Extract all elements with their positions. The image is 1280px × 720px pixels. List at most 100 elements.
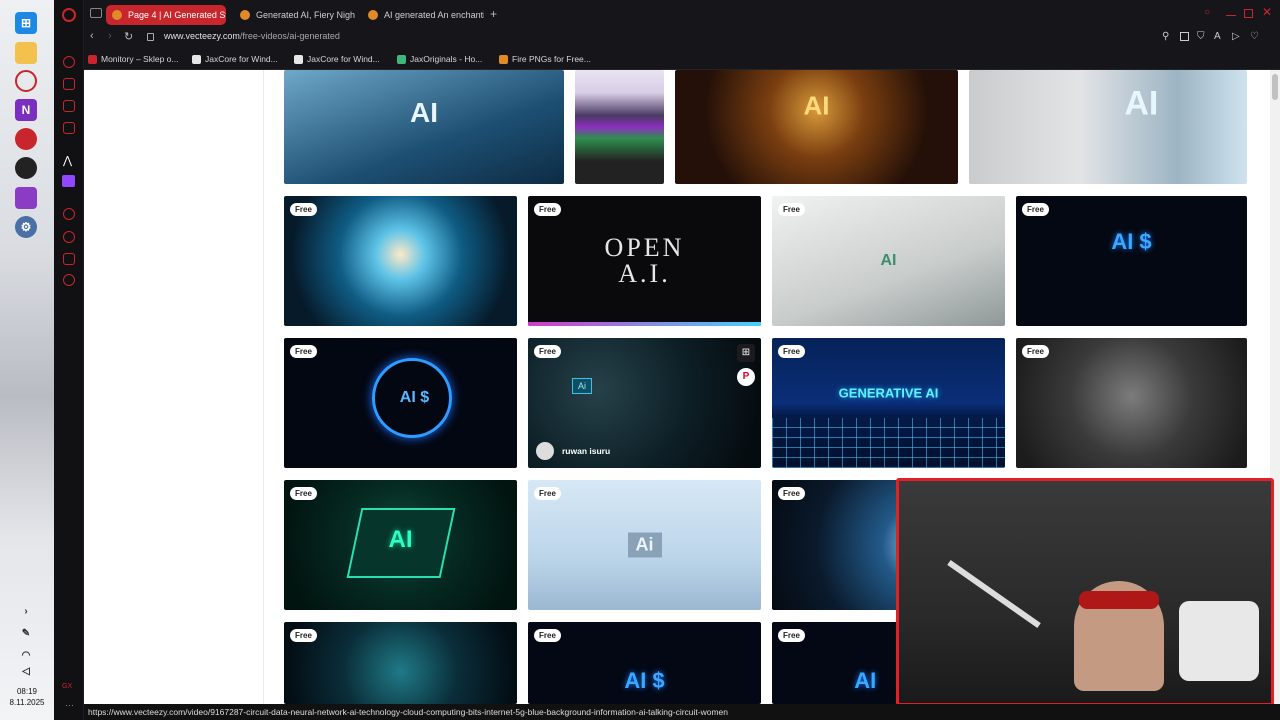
bookmark-jaxcore-1[interactable]: JaxCore for Wind...: [192, 54, 278, 64]
bookmark-monitory[interactable]: Monitory – Sklep o...: [88, 54, 178, 64]
ai-chip-badge: Ai: [572, 378, 592, 394]
video-thumb[interactable]: Free: [284, 196, 517, 326]
url-host: www.vecteezy.com: [164, 31, 240, 41]
free-badge: Free: [1022, 345, 1049, 358]
settings-icon[interactable]: [63, 274, 75, 286]
more-icon[interactable]: ⋯: [65, 700, 74, 711]
snapshot-icon[interactable]: [1180, 32, 1189, 41]
bookmark-jaxcore-2[interactable]: JaxCore for Wind...: [294, 54, 380, 64]
video-thumb[interactable]: Free: [284, 622, 517, 704]
neon-grid: [772, 418, 1005, 468]
free-badge: Free: [534, 629, 561, 642]
windows-taskbar: ⊞ N ⚙ › ✎ ◠ ◁ 08:19 8.11.2025: [0, 0, 54, 720]
webcam-frame: [896, 478, 1274, 706]
gx-corner-icon[interactable]: [63, 100, 75, 112]
free-badge: Free: [1022, 203, 1049, 216]
tab-switcher-icon[interactable]: [90, 8, 102, 18]
video-thumb[interactable]: Free Ai: [528, 480, 761, 610]
close-icon[interactable]: ✕: [1262, 5, 1272, 19]
video-thumb[interactable]: AI: [284, 70, 564, 184]
video-thumb[interactable]: Free AI $: [284, 338, 517, 468]
arrow-icon[interactable]: ⋀: [63, 154, 72, 167]
thumb-text: AI $: [1111, 228, 1152, 254]
heart-icon[interactable]: ♡: [1250, 31, 1259, 42]
back-icon[interactable]: ‹: [90, 30, 94, 42]
video-thumb[interactable]: Free AI $: [1016, 196, 1247, 326]
video-thumb[interactable]: Free AI: [284, 480, 517, 610]
gx-mark-icon: GX: [62, 683, 73, 690]
link-status-bar: https://www.vecteezy.com/video/9167287-c…: [84, 704, 1280, 720]
collection-icon[interactable]: ⊞: [737, 344, 755, 362]
video-thumb[interactable]: Free: [1016, 338, 1247, 468]
thumb-text: AI: [388, 525, 413, 553]
video-thumb[interactable]: AI: [969, 70, 1247, 184]
maximize-icon[interactable]: [1244, 9, 1253, 18]
obs-icon[interactable]: [15, 157, 37, 179]
bookmark-jaxoriginals[interactable]: JaxOriginals - Ho...: [397, 54, 482, 64]
onenote-icon[interactable]: N: [15, 99, 37, 121]
file-explorer-icon[interactable]: [15, 42, 37, 64]
video-thumb[interactable]: [575, 70, 664, 184]
address-bar: ‹ › ↻ www.vecteezy.com/free-videos/ai-ge…: [84, 28, 1280, 48]
thumb-text: Ai: [627, 532, 662, 558]
author-name[interactable]: ruwan isuru: [562, 446, 610, 456]
forward-icon[interactable]: ›: [108, 30, 112, 42]
minimize-icon[interactable]: [1226, 6, 1236, 16]
lock-icon[interactable]: [147, 33, 154, 41]
extensions-icon[interactable]: [63, 253, 75, 265]
taskbar-time[interactable]: 08:19: [0, 686, 54, 697]
screen: ⊞ N ⚙ › ✎ ◠ ◁ 08:19 8.11.2025 ⋀ GX ⋯ Pag…: [0, 0, 1280, 720]
streamer-glasses: [1079, 591, 1159, 609]
reload-icon[interactable]: ↻: [124, 30, 133, 43]
free-badge: Free: [534, 203, 561, 216]
taskbar-date[interactable]: 8.11.2025: [0, 697, 54, 708]
video-thumb[interactable]: Free AI: [772, 196, 1005, 326]
free-badge: Free: [534, 345, 561, 358]
video-thumb[interactable]: Free AI $: [528, 622, 761, 704]
vecteezy-favicon-icon: [368, 10, 378, 20]
thumb-text: AI $: [399, 388, 430, 406]
video-thumb[interactable]: Free OPEN A.I.: [528, 196, 761, 326]
news-icon[interactable]: [63, 122, 75, 134]
opera-logo-icon[interactable]: [62, 8, 76, 22]
clipchamp-icon[interactable]: [15, 187, 37, 209]
windows-start-icon[interactable]: ⊞: [15, 12, 37, 34]
volume-icon[interactable]: ◁: [15, 660, 37, 682]
thumb-text: AI: [803, 90, 830, 121]
scrollbar-thumb[interactable]: [1272, 74, 1278, 100]
free-badge: Free: [290, 345, 317, 358]
thumb-text: AI: [1124, 84, 1159, 123]
tab-3[interactable]: AI generated An enchantin: [362, 5, 484, 25]
gx-control-icon[interactable]: [63, 78, 75, 90]
app-icon-red[interactable]: [15, 128, 37, 150]
shield-icon[interactable]: ⛉: [1197, 31, 1205, 42]
speed-dial-icon[interactable]: [63, 56, 75, 68]
pen-icon[interactable]: ✎: [15, 622, 37, 644]
add-icon[interactable]: [63, 208, 75, 220]
filter-sidebar: [84, 70, 264, 704]
browser-sidebar: ⋀ GX ⋯: [54, 0, 84, 720]
twitch-icon[interactable]: [62, 175, 75, 187]
opera-gx-icon[interactable]: [15, 70, 37, 92]
new-tab-button[interactable]: +: [490, 7, 497, 21]
history-icon[interactable]: [63, 231, 75, 243]
search-tabs-icon[interactable]: ○: [1204, 7, 1210, 18]
thumb-text: AI: [854, 668, 877, 694]
url-field[interactable]: www.vecteezy.com/free-videos/ai-generate…: [164, 31, 340, 41]
translate-icon[interactable]: A: [1214, 31, 1221, 42]
bookmark-fire-pngs[interactable]: Fire PNGs for Free...: [499, 54, 591, 64]
settings-gear-icon[interactable]: ⚙: [15, 216, 37, 238]
pin-icon[interactable]: ⚲: [1162, 31, 1169, 42]
author-avatar[interactable]: [536, 442, 554, 460]
video-thumb[interactable]: Free GENERATIVE AI: [772, 338, 1005, 468]
pinterest-icon[interactable]: P: [737, 368, 755, 386]
tab-2[interactable]: Generated AI, Fiery Nigh: [234, 5, 356, 25]
video-thumb[interactable]: Free Ai ⊞ P ruwan isuru: [528, 338, 761, 468]
free-badge: Free: [778, 345, 805, 358]
video-thumb[interactable]: AI: [675, 70, 958, 184]
tab-active[interactable]: Page 4 | AI Generated Sto: [106, 5, 226, 25]
free-badge: Free: [778, 203, 805, 216]
webcam-overlay: [896, 478, 1274, 706]
chevron-up-icon[interactable]: ›: [15, 600, 37, 622]
play-icon[interactable]: ▷: [1232, 31, 1240, 42]
